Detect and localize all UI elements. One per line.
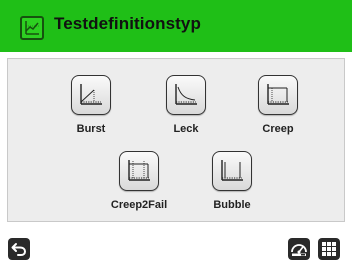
tile-burst[interactable]: Burst xyxy=(59,75,123,135)
tile-label-creep2fail: Creep2Fail xyxy=(110,199,168,211)
menu-button[interactable] xyxy=(318,238,340,260)
bubble-button[interactable] xyxy=(212,151,252,191)
gauge-button[interactable] xyxy=(288,238,310,260)
creep-button[interactable] xyxy=(258,75,298,115)
tile-label-burst: Burst xyxy=(76,123,106,135)
tile-label-creep: Creep xyxy=(262,123,294,135)
tile-label-bubble: Bubble xyxy=(213,199,251,211)
page-title: Testdefinitionstyp xyxy=(54,14,201,33)
chart-window-icon xyxy=(20,16,44,40)
back-arrow-icon xyxy=(11,243,27,256)
tile-creep2fail[interactable]: Creep2Fail xyxy=(107,151,171,211)
test-type-panel: Burst Leck Creep Creep2Fail Bubble xyxy=(7,58,345,222)
tile-label-leck: Leck xyxy=(173,123,199,135)
creep2fail-button[interactable] xyxy=(119,151,159,191)
back-button[interactable] xyxy=(8,238,30,260)
creep-to-fail-chart-icon xyxy=(128,160,150,181)
burst-chart-icon xyxy=(80,84,102,105)
footer-bar xyxy=(0,228,352,268)
creep-chart-icon xyxy=(267,84,289,105)
tile-creep[interactable]: Creep xyxy=(246,75,310,135)
tile-bubble[interactable]: Bubble xyxy=(200,151,264,211)
leck-button[interactable] xyxy=(166,75,206,115)
header-bar: Testdefinitionstyp xyxy=(0,0,352,52)
gauge-icon xyxy=(291,244,307,256)
grid-menu-icon xyxy=(322,242,336,256)
bubble-chart-icon xyxy=(221,160,243,181)
test-definition-type-screen: Testdefinitionstyp Burst Leck Creep Cree… xyxy=(0,0,352,268)
leak-decay-chart-icon xyxy=(175,84,197,105)
tile-leck[interactable]: Leck xyxy=(154,75,218,135)
burst-button[interactable] xyxy=(71,75,111,115)
